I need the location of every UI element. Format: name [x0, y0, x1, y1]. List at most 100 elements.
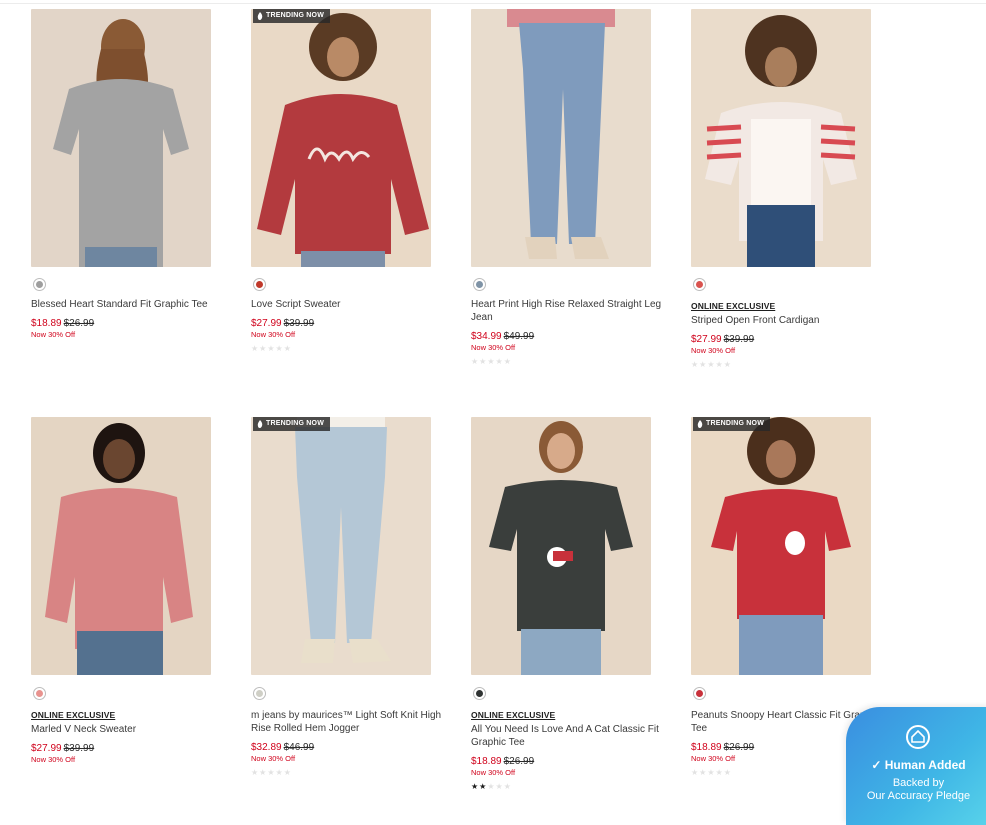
- color-swatch[interactable]: [253, 687, 266, 700]
- pledge-title: ✓ Human Added: [871, 758, 966, 772]
- star-icon: ★: [503, 357, 511, 366]
- original-price: $39.99: [723, 334, 755, 345]
- product-name[interactable]: m jeans by maurices™ Light Soft Knit Hig…: [251, 709, 451, 735]
- product-image[interactable]: [471, 9, 651, 267]
- discount-label: Now 30% Off: [251, 330, 296, 339]
- star-icon: ★: [283, 768, 291, 777]
- check-circle-icon: ✓: [871, 758, 882, 772]
- star-icon: ★: [487, 357, 495, 366]
- discount-label: Now 30% Off: [31, 755, 76, 764]
- discount-label: Now 30% Off: [31, 330, 76, 339]
- star-icon: ★: [283, 344, 291, 353]
- star-icon: ★: [691, 360, 699, 369]
- online-exclusive-label: ONLINE EXCLUSIVE: [691, 301, 776, 311]
- original-price: $49.99: [503, 331, 535, 342]
- discount-label: Now 30% Off: [471, 343, 516, 352]
- star-icon: ★: [495, 782, 503, 791]
- discount-label: Now 30% Off: [251, 754, 296, 763]
- sale-price: $18.89: [31, 318, 62, 329]
- product-image[interactable]: TRENDING NOW: [251, 9, 431, 267]
- color-swatch[interactable]: [693, 687, 706, 700]
- flame-icon: [257, 12, 263, 20]
- star-icon: ★: [691, 768, 699, 777]
- product-card[interactable]: Heart Print High Rise Relaxed Straight L…: [471, 9, 661, 366]
- online-exclusive-label: ONLINE EXCLUSIVE: [471, 710, 556, 720]
- sale-price: $18.89: [471, 756, 502, 767]
- star-icon: ★: [275, 768, 283, 777]
- color-swatch[interactable]: [693, 278, 706, 291]
- sale-price: $18.89: [691, 742, 722, 753]
- product-card[interactable]: ONLINE EXCLUSIVE All You Need Is Love An…: [471, 417, 659, 791]
- accuracy-pledge-badge[interactable]: ✓ Human Added Backed by Our Accuracy Pled…: [846, 707, 986, 825]
- product-card[interactable]: TRENDING NOW Love Script Sweater $27.99 $…: [251, 9, 431, 353]
- star-icon: ★: [259, 768, 267, 777]
- original-price: $46.99: [283, 742, 315, 753]
- product-grid: Blessed Heart Standard Fit Graphic Tee $…: [0, 0, 986, 819]
- star-icon: ★: [699, 768, 707, 777]
- color-swatch[interactable]: [33, 278, 46, 291]
- product-name[interactable]: Blessed Heart Standard Fit Graphic Tee: [31, 298, 231, 311]
- product-card[interactable]: TRENDING NOW m jeans by maurices™ Light …: [251, 417, 441, 777]
- color-swatch[interactable]: [473, 687, 486, 700]
- rating-stars: ★ ★ ★ ★ ★: [251, 769, 451, 777]
- rating-stars: ★ ★ ★ ★ ★: [471, 783, 671, 791]
- original-price: $39.99: [283, 318, 315, 329]
- trending-badge: TRENDING NOW: [253, 9, 331, 23]
- star-icon: ★: [251, 768, 259, 777]
- star-icon: ★: [707, 360, 715, 369]
- sale-price: $34.99: [471, 331, 502, 342]
- product-image[interactable]: TRENDING NOW: [251, 417, 431, 675]
- sale-price: $32.89: [251, 742, 282, 753]
- star-icon: ★: [715, 360, 723, 369]
- product-card[interactable]: TRENDING NOW Peanuts Snoopy Heart Classi…: [691, 417, 878, 777]
- sale-price: $27.99: [691, 334, 722, 345]
- home-icon: [906, 725, 930, 749]
- product-image[interactable]: [471, 417, 651, 675]
- product-image[interactable]: [31, 417, 211, 675]
- star-icon: ★: [267, 768, 275, 777]
- star-icon: ★: [259, 344, 267, 353]
- star-icon: ★: [699, 360, 707, 369]
- star-icon: ★: [275, 344, 283, 353]
- star-icon: ★: [479, 357, 487, 366]
- star-icon: ★: [251, 344, 259, 353]
- original-price: $26.99: [723, 742, 755, 753]
- product-card[interactable]: Blessed Heart Standard Fit Graphic Tee $…: [31, 9, 211, 339]
- product-card[interactable]: ONLINE EXCLUSIVE Marled V Neck Sweater $…: [31, 417, 211, 764]
- star-icon: ★: [267, 344, 275, 353]
- rating-stars: ★ ★ ★ ★ ★: [691, 361, 891, 369]
- product-image[interactable]: [691, 9, 871, 267]
- original-price: $26.99: [503, 756, 535, 767]
- color-swatch[interactable]: [473, 278, 486, 291]
- rating-stars: ★ ★ ★ ★ ★: [251, 345, 451, 353]
- product-name[interactable]: Love Script Sweater: [251, 298, 451, 311]
- flame-icon: [257, 420, 263, 428]
- color-swatch[interactable]: [253, 278, 266, 291]
- star-icon: ★: [723, 360, 731, 369]
- product-image[interactable]: TRENDING NOW: [691, 417, 871, 675]
- discount-label: Now 30% Off: [471, 768, 516, 777]
- star-icon: ★: [723, 768, 731, 777]
- flame-icon: [697, 420, 703, 428]
- original-price: $39.99: [63, 743, 95, 754]
- star-icon: ★: [707, 768, 715, 777]
- star-icon: ★: [479, 782, 487, 791]
- star-icon: ★: [471, 357, 479, 366]
- color-swatch[interactable]: [33, 687, 46, 700]
- star-icon: ★: [715, 768, 723, 777]
- pledge-subtitle: Backed by Our Accuracy Pledge: [866, 777, 971, 802]
- sale-price: $27.99: [31, 743, 62, 754]
- sale-price: $27.99: [251, 318, 282, 329]
- product-name[interactable]: All You Need Is Love And A Cat Classic F…: [471, 723, 671, 749]
- online-exclusive-label: ONLINE EXCLUSIVE: [31, 710, 116, 720]
- trending-badge: TRENDING NOW: [693, 417, 771, 431]
- product-image[interactable]: [31, 9, 211, 267]
- product-name[interactable]: Marled V Neck Sweater: [31, 723, 231, 736]
- original-price: $26.99: [63, 318, 95, 329]
- product-card[interactable]: ONLINE EXCLUSIVE Striped Open Front Card…: [691, 9, 871, 369]
- star-icon: ★: [495, 357, 503, 366]
- trending-badge: TRENDING NOW: [253, 417, 331, 431]
- product-name[interactable]: Heart Print High Rise Relaxed Straight L…: [471, 298, 671, 324]
- product-name[interactable]: Striped Open Front Cardigan: [691, 314, 891, 327]
- discount-label: Now 30% Off: [691, 346, 736, 355]
